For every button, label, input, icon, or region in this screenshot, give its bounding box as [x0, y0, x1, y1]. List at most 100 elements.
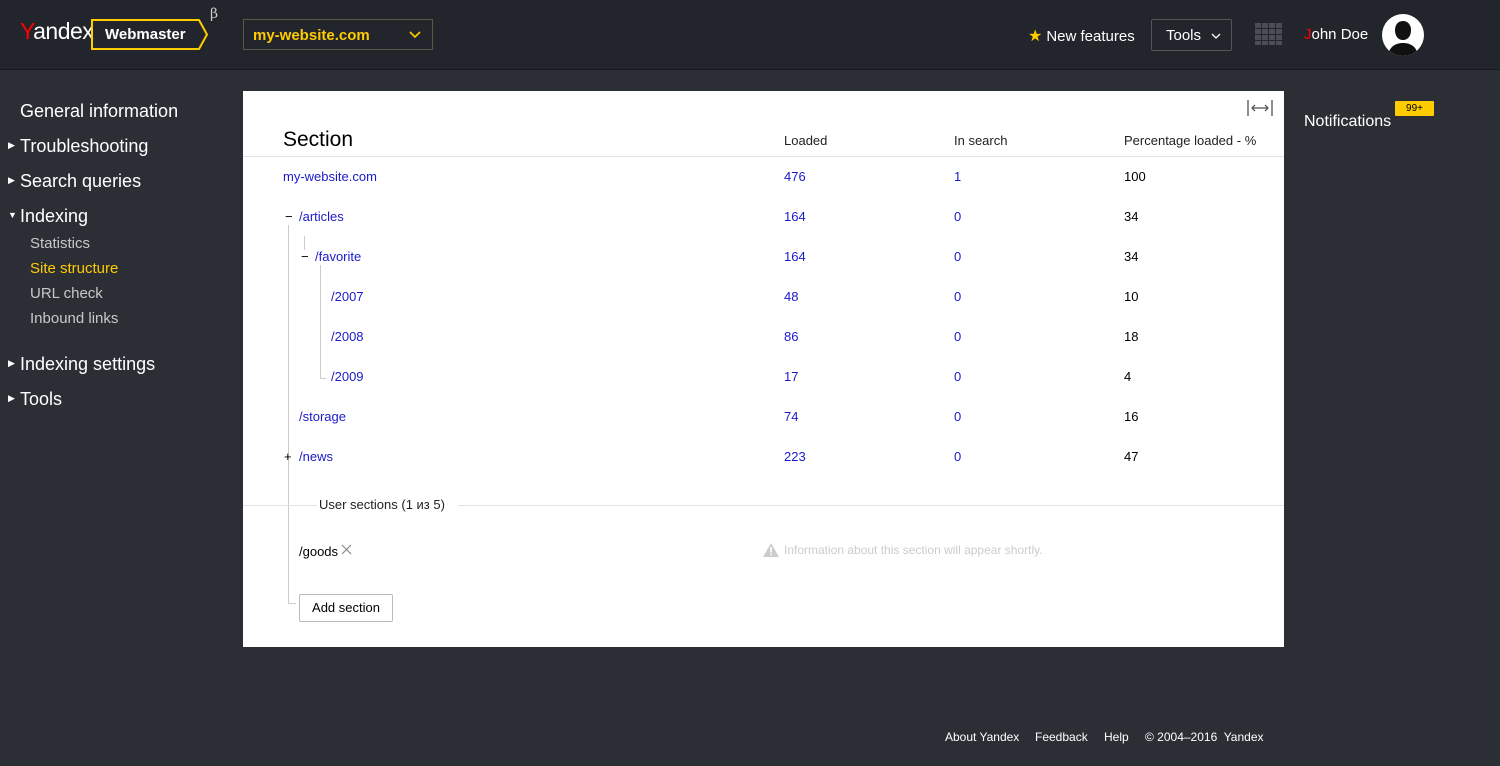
nav-search-queries-label: Search queries [20, 171, 142, 191]
site-structure-panel: Section Loaded In search Percentage load… [243, 91, 1284, 647]
section-link[interactable]: /articles [299, 209, 344, 224]
user-name[interactable]: John Doe [1304, 26, 1368, 43]
apps-grid-icon[interactable] [1255, 23, 1282, 45]
avatar[interactable] [1382, 14, 1424, 56]
percentage-loaded: 34 [1124, 249, 1139, 264]
footer-copyright: © 2004–2016 Yandex [1145, 730, 1264, 744]
footer-feedback-link[interactable]: Feedback [1035, 730, 1088, 744]
table-row: + /news 223 0 47 [243, 449, 1284, 469]
remove-section-icon[interactable] [341, 544, 352, 555]
warning-icon [763, 543, 779, 557]
webmaster-badge[interactable]: Webmaster [91, 19, 209, 50]
table-row: /2009 17 0 4 [243, 369, 1284, 389]
tools-label: Tools [1166, 27, 1202, 44]
nav-troubleshooting[interactable]: ▶ Troubleshooting [8, 136, 148, 157]
nav-tools[interactable]: ▶ Tools [8, 389, 62, 410]
column-header-section: Section [283, 128, 354, 151]
nav-tools-label: Tools [20, 389, 63, 409]
caret-right-icon: ▶ [8, 392, 15, 403]
loaded-count[interactable]: 17 [784, 369, 798, 384]
user-section-link[interactable]: /goods [299, 544, 338, 559]
pending-info-text: Information about this section will appe… [784, 543, 1043, 557]
loaded-count[interactable]: 476 [784, 169, 806, 184]
expand-toggle[interactable]: + [284, 449, 292, 464]
logo-y: Y [20, 18, 34, 44]
user-sections-label-text: User sections (1 из 5) [318, 497, 457, 512]
section-link[interactable]: /2009 [331, 369, 364, 384]
loaded-count[interactable]: 74 [784, 409, 798, 424]
column-header-percentage: Percentage loaded - % [1124, 133, 1257, 148]
site-select-value: my-website.com [253, 27, 370, 44]
site-select[interactable]: my-website.com [243, 19, 433, 50]
in-search-count[interactable]: 1 [954, 169, 961, 184]
footer-help-link[interactable]: Help [1104, 730, 1129, 744]
in-search-count[interactable]: 0 [954, 209, 961, 224]
nav-search-queries[interactable]: ▶ Search queries [8, 171, 141, 192]
section-link[interactable]: /news [299, 449, 333, 464]
section-link[interactable]: /storage [299, 409, 346, 424]
nav-indexing-settings[interactable]: ▶ Indexing settings [8, 354, 155, 375]
table-row: /2008 86 0 18 [243, 329, 1284, 349]
nav-troubleshooting-label: Troubleshooting [20, 136, 149, 156]
footer-about-link[interactable]: About Yandex [945, 730, 1019, 744]
percentage-loaded: 10 [1124, 289, 1139, 304]
collapse-toggle[interactable]: − [301, 249, 309, 264]
notifications-count-badge: 99+ [1395, 101, 1434, 116]
tree-line [288, 603, 296, 604]
loaded-count[interactable]: 164 [784, 209, 806, 224]
tools-dropdown-button[interactable]: Tools [1151, 19, 1232, 51]
chevron-down-icon [1211, 33, 1221, 39]
nav-site-structure[interactable]: Site structure [30, 260, 118, 277]
caret-right-icon: ▶ [8, 174, 15, 185]
loaded-count[interactable]: 48 [784, 289, 798, 304]
beta-mark: β [210, 6, 219, 22]
star-icon: ★ [1028, 28, 1043, 45]
nav-statistics[interactable]: Statistics [30, 235, 90, 252]
section-link[interactable]: my-website.com [283, 169, 377, 184]
table-row: my-website.com 476 1 100 [243, 169, 1284, 189]
in-search-count[interactable]: 0 [954, 409, 961, 424]
user-initial: J [1304, 26, 1312, 43]
product-label: Webmaster [105, 26, 186, 43]
user-silhouette-icon [1388, 21, 1418, 56]
header: Yandex Webmaster β my-website.com ★ New f… [0, 0, 1500, 70]
table-row: /storage 74 0 16 [243, 409, 1284, 429]
column-header-in-search: In search [954, 133, 1008, 148]
new-features-link[interactable]: ★ New features [1028, 26, 1135, 46]
loaded-count[interactable]: 164 [784, 249, 806, 264]
table-row: /2007 48 0 10 [243, 289, 1284, 309]
section-link[interactable]: /2007 [331, 289, 364, 304]
in-search-count[interactable]: 0 [954, 249, 961, 264]
in-search-count[interactable]: 0 [954, 289, 961, 304]
yandex-logo[interactable]: Yandex [20, 18, 94, 45]
in-search-count[interactable]: 0 [954, 329, 961, 344]
nav-inbound-links[interactable]: Inbound links [30, 310, 118, 327]
percentage-loaded: 47 [1124, 449, 1139, 464]
section-link[interactable]: /2008 [331, 329, 364, 344]
section-link[interactable]: /favorite [315, 249, 361, 264]
nav-indexing-settings-label: Indexing settings [20, 354, 156, 374]
logo-rest: andex [33, 18, 94, 44]
percentage-loaded: 4 [1124, 369, 1132, 384]
user-name-rest: ohn Doe [1311, 26, 1369, 43]
notifications-link[interactable]: Notifications [1304, 113, 1391, 131]
tree-line [304, 236, 305, 250]
table-row: − /favorite 164 0 34 [243, 249, 1284, 269]
expand-width-icon[interactable] [1246, 99, 1274, 117]
collapse-toggle[interactable]: − [285, 209, 293, 224]
caret-down-icon: ▼ [8, 210, 17, 221]
header-divider [243, 156, 1284, 157]
in-search-count[interactable]: 0 [954, 369, 961, 384]
nav-indexing[interactable]: ▼ Indexing [8, 206, 88, 227]
caret-right-icon: ▶ [8, 139, 15, 150]
nav-general-information[interactable]: General information [20, 101, 178, 122]
tree-line [320, 265, 321, 378]
table-row: − /articles 164 0 34 [243, 209, 1284, 229]
nav-url-check[interactable]: URL check [30, 285, 103, 302]
add-section-button[interactable]: Add section [299, 594, 393, 622]
loaded-count[interactable]: 223 [784, 449, 806, 464]
loaded-count[interactable]: 86 [784, 329, 798, 344]
percentage-loaded: 34 [1124, 209, 1139, 224]
in-search-count[interactable]: 0 [954, 449, 961, 464]
percentage-loaded: 16 [1124, 409, 1139, 424]
